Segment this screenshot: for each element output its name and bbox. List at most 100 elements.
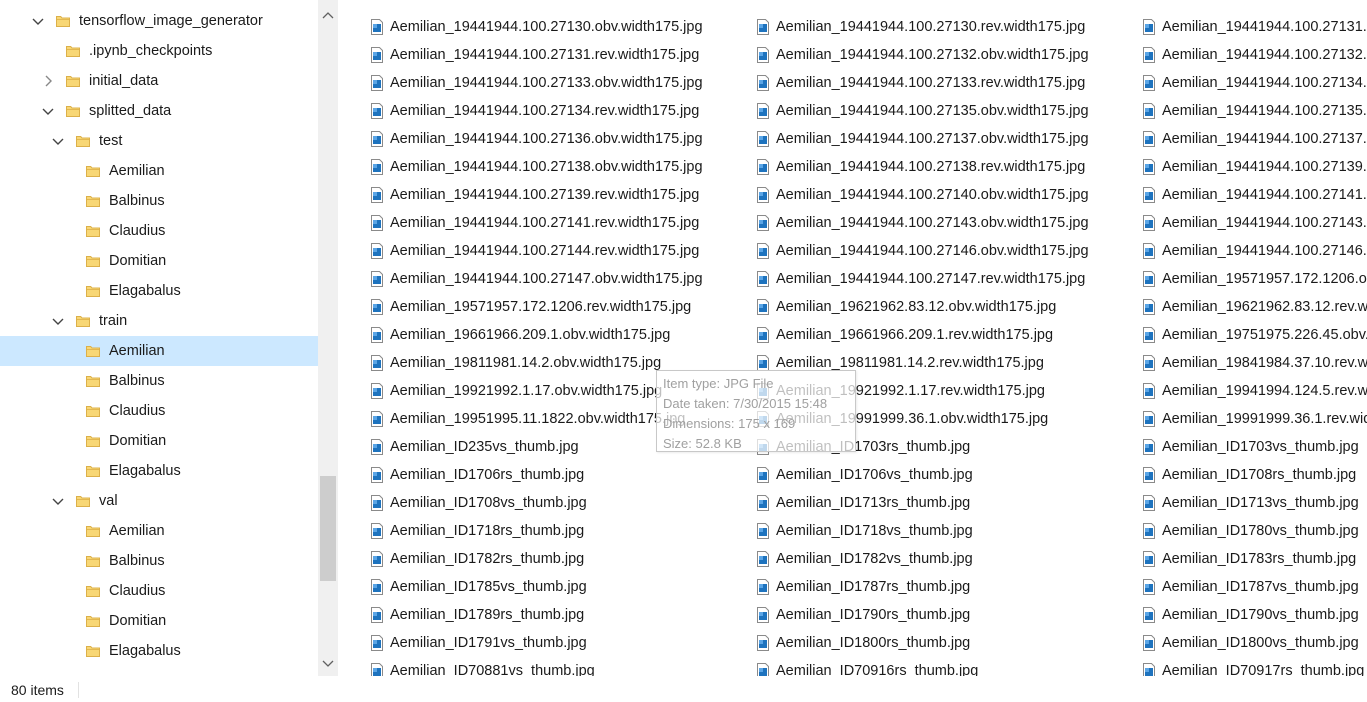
nav-item-val[interactable]: val bbox=[0, 486, 318, 516]
file-item[interactable]: Aemilian_ID1791vs_thumb.jpg bbox=[369, 629, 703, 657]
nav-item-aemilian[interactable]: Aemilian bbox=[0, 156, 318, 186]
file-item[interactable]: Aemilian_19441944.100.27133.obv.width175… bbox=[369, 69, 703, 97]
file-item[interactable]: Aemilian_19951995.11.1822.obv.width175.j… bbox=[369, 405, 703, 433]
nav-item-tensorflow-image-generator[interactable]: tensorflow_image_generator bbox=[0, 6, 318, 36]
file-item[interactable]: Aemilian_ID1708vs_thumb.jpg bbox=[369, 489, 703, 517]
file-item[interactable]: Aemilian_19441944.100.27143.rev.width175… bbox=[1141, 209, 1367, 237]
scroll-up-arrow-icon[interactable] bbox=[318, 6, 338, 24]
file-item[interactable]: Aemilian_19811981.14.2.obv.width175.jpg bbox=[369, 349, 703, 377]
file-item[interactable]: Aemilian_ID1783rs_thumb.jpg bbox=[1141, 545, 1367, 573]
file-item[interactable]: Aemilian_ID1708rs_thumb.jpg bbox=[1141, 461, 1367, 489]
file-item[interactable]: Aemilian_ID1787rs_thumb.jpg bbox=[755, 573, 1089, 601]
file-item[interactable]: Aemilian_19841984.37.10.rev.width175.jpg bbox=[1141, 349, 1367, 377]
file-item[interactable]: Aemilian_ID1782rs_thumb.jpg bbox=[369, 545, 703, 573]
file-item[interactable]: Aemilian_ID1703vs_thumb.jpg bbox=[1141, 433, 1367, 461]
file-item[interactable]: Aemilian_ID1706vs_thumb.jpg bbox=[755, 461, 1089, 489]
file-item[interactable]: Aemilian_19441944.100.27134.obv.width175… bbox=[1141, 69, 1367, 97]
scrollbar-thumb[interactable] bbox=[320, 476, 336, 581]
nav-item-domitian[interactable]: Domitian bbox=[0, 246, 318, 276]
file-item[interactable]: Aemilian_19441944.100.27136.obv.width175… bbox=[369, 125, 703, 153]
file-item[interactable]: Aemilian_19441944.100.27138.obv.width175… bbox=[369, 153, 703, 181]
file-item[interactable]: Aemilian_19441944.100.27132.rev.width175… bbox=[1141, 41, 1367, 69]
file-item[interactable]: Aemilian_19441944.100.27132.obv.width175… bbox=[755, 41, 1089, 69]
file-item[interactable]: Aemilian_ID1787vs_thumb.jpg bbox=[1141, 573, 1367, 601]
file-item[interactable]: Aemilian_19441944.100.27137.rev.width175… bbox=[1141, 125, 1367, 153]
file-item[interactable]: Aemilian_19441944.100.27147.obv.width175… bbox=[369, 265, 703, 293]
file-item[interactable]: Aemilian_19441944.100.27139.obv.width175… bbox=[1141, 153, 1367, 181]
nav-item-balbinus[interactable]: Balbinus bbox=[0, 366, 318, 396]
scroll-down-arrow-icon[interactable] bbox=[318, 655, 338, 673]
nav-item-elagabalus[interactable]: Elagabalus bbox=[0, 456, 318, 486]
file-item[interactable]: Aemilian_19991999.36.1.rev.width175.jpg bbox=[1141, 405, 1367, 433]
file-item[interactable]: Aemilian_19921992.1.17.obv.width175.jpg bbox=[369, 377, 703, 405]
navigation-scrollbar[interactable] bbox=[318, 0, 338, 676]
nav-item-aemilian[interactable]: Aemilian bbox=[0, 336, 318, 366]
nav-item-ipynb-checkpoints[interactable]: .ipynb_checkpoints bbox=[0, 36, 318, 66]
chevron-down-icon[interactable] bbox=[40, 103, 56, 119]
file-item[interactable]: Aemilian_ID235vs_thumb.jpg bbox=[369, 433, 703, 461]
file-item[interactable]: Aemilian_ID70916rs_thumb.jpg bbox=[755, 657, 1089, 676]
file-item[interactable]: Aemilian_ID1706rs_thumb.jpg bbox=[369, 461, 703, 489]
file-item[interactable]: Aemilian_19751975.226.45.obv.width175.jp… bbox=[1141, 321, 1367, 349]
nav-item-test[interactable]: test bbox=[0, 126, 318, 156]
file-item[interactable]: Aemilian_19621962.83.12.obv.width175.jpg bbox=[755, 293, 1089, 321]
nav-item-train[interactable]: train bbox=[0, 306, 318, 336]
nav-item-claudius[interactable]: Claudius bbox=[0, 396, 318, 426]
nav-item-claudius[interactable]: Claudius bbox=[0, 216, 318, 246]
file-item[interactable]: Aemilian_ID70881vs_thumb.jpg bbox=[369, 657, 703, 676]
file-item[interactable]: Aemilian_19441944.100.27135.rev.width175… bbox=[1141, 97, 1367, 125]
nav-item-elagabalus[interactable]: Elagabalus bbox=[0, 636, 318, 666]
nav-item-claudius[interactable]: Claudius bbox=[0, 576, 318, 606]
file-item[interactable]: Aemilian_19621962.83.12.rev.width175.jpg bbox=[1141, 293, 1367, 321]
file-item[interactable]: Aemilian_19571957.172.1206.obv.width175.… bbox=[1141, 265, 1367, 293]
file-item[interactable]: Aemilian_ID1713vs_thumb.jpg bbox=[1141, 489, 1367, 517]
file-item[interactable]: Aemilian_19441944.100.27140.obv.width175… bbox=[755, 181, 1089, 209]
file-item[interactable]: Aemilian_19441944.100.27134.rev.width175… bbox=[369, 97, 703, 125]
file-item[interactable]: Aemilian_19441944.100.27139.rev.width175… bbox=[369, 181, 703, 209]
file-item[interactable]: Aemilian_19441944.100.27144.rev.width175… bbox=[369, 237, 703, 265]
file-item[interactable]: Aemilian_19441944.100.27131.rev.width175… bbox=[369, 41, 703, 69]
file-item[interactable]: Aemilian_19441944.100.27131.obv.width175… bbox=[1141, 13, 1367, 41]
file-item[interactable]: Aemilian_ID1718vs_thumb.jpg bbox=[755, 517, 1089, 545]
file-item[interactable]: Aemilian_19941994.124.5.rev.width175.jpg bbox=[1141, 377, 1367, 405]
nav-item-aemilian[interactable]: Aemilian bbox=[0, 516, 318, 546]
nav-item-splitted-data[interactable]: splitted_data bbox=[0, 96, 318, 126]
file-item[interactable]: Aemilian_ID1782vs_thumb.jpg bbox=[755, 545, 1089, 573]
file-item[interactable]: Aemilian_19441944.100.27143.obv.width175… bbox=[755, 209, 1089, 237]
file-item[interactable]: Aemilian_19661966.209.1.obv.width175.jpg bbox=[369, 321, 703, 349]
file-item[interactable]: Aemilian_19441944.100.27137.obv.width175… bbox=[755, 125, 1089, 153]
chevron-down-icon[interactable] bbox=[50, 133, 66, 149]
file-item[interactable]: Aemilian_19441944.100.27138.rev.width175… bbox=[755, 153, 1089, 181]
file-item[interactable]: Aemilian_19661966.209.1.rev.width175.jpg bbox=[755, 321, 1089, 349]
file-item[interactable]: Aemilian_ID1713rs_thumb.jpg bbox=[755, 489, 1089, 517]
nav-item-balbinus[interactable]: Balbinus bbox=[0, 546, 318, 576]
file-item[interactable]: Aemilian_19441944.100.27147.rev.width175… bbox=[755, 265, 1089, 293]
file-item[interactable]: Aemilian_ID1718rs_thumb.jpg bbox=[369, 517, 703, 545]
chevron-down-icon[interactable] bbox=[30, 13, 46, 29]
file-item[interactable]: Aemilian_ID1780vs_thumb.jpg bbox=[1141, 517, 1367, 545]
file-item[interactable]: Aemilian_ID1785vs_thumb.jpg bbox=[369, 573, 703, 601]
file-item[interactable]: Aemilian_19441944.100.27141.obv.width175… bbox=[1141, 181, 1367, 209]
nav-item-balbinus[interactable]: Balbinus bbox=[0, 186, 318, 216]
file-item[interactable]: Aemilian_ID1789rs_thumb.jpg bbox=[369, 601, 703, 629]
file-item[interactable]: Aemilian_19441944.100.27146.rev.width175… bbox=[1141, 237, 1367, 265]
file-item[interactable]: Aemilian_19441944.100.27130.obv.width175… bbox=[369, 13, 703, 41]
file-item[interactable]: Aemilian_19441944.100.27146.obv.width175… bbox=[755, 237, 1089, 265]
file-item[interactable]: Aemilian_ID70917rs_thumb.jpg bbox=[1141, 657, 1367, 676]
file-item[interactable]: Aemilian_19441944.100.27135.obv.width175… bbox=[755, 97, 1089, 125]
file-list-pane[interactable]: Aemilian_19441944.100.27130.obv.width175… bbox=[338, 0, 1367, 676]
navigation-pane[interactable]: tensorflow_image_generator .ipynb_checkpo… bbox=[0, 0, 318, 676]
file-item[interactable]: Aemilian_19441944.100.27141.rev.width175… bbox=[369, 209, 703, 237]
nav-item-domitian[interactable]: Domitian bbox=[0, 606, 318, 636]
chevron-right-icon[interactable] bbox=[40, 73, 56, 89]
file-item[interactable]: Aemilian_ID1790rs_thumb.jpg bbox=[755, 601, 1089, 629]
file-item[interactable]: Aemilian_19441944.100.27133.rev.width175… bbox=[755, 69, 1089, 97]
nav-item-initial-data[interactable]: initial_data bbox=[0, 66, 318, 96]
nav-item-domitian[interactable]: Domitian bbox=[0, 426, 318, 456]
file-item[interactable]: Aemilian_ID1800rs_thumb.jpg bbox=[755, 629, 1089, 657]
file-item[interactable]: Aemilian_ID1790vs_thumb.jpg bbox=[1141, 601, 1367, 629]
chevron-down-icon[interactable] bbox=[50, 493, 66, 509]
file-item[interactable]: Aemilian_19441944.100.27130.rev.width175… bbox=[755, 13, 1089, 41]
nav-item-elagabalus[interactable]: Elagabalus bbox=[0, 276, 318, 306]
file-item[interactable]: Aemilian_19571957.172.1206.rev.width175.… bbox=[369, 293, 703, 321]
